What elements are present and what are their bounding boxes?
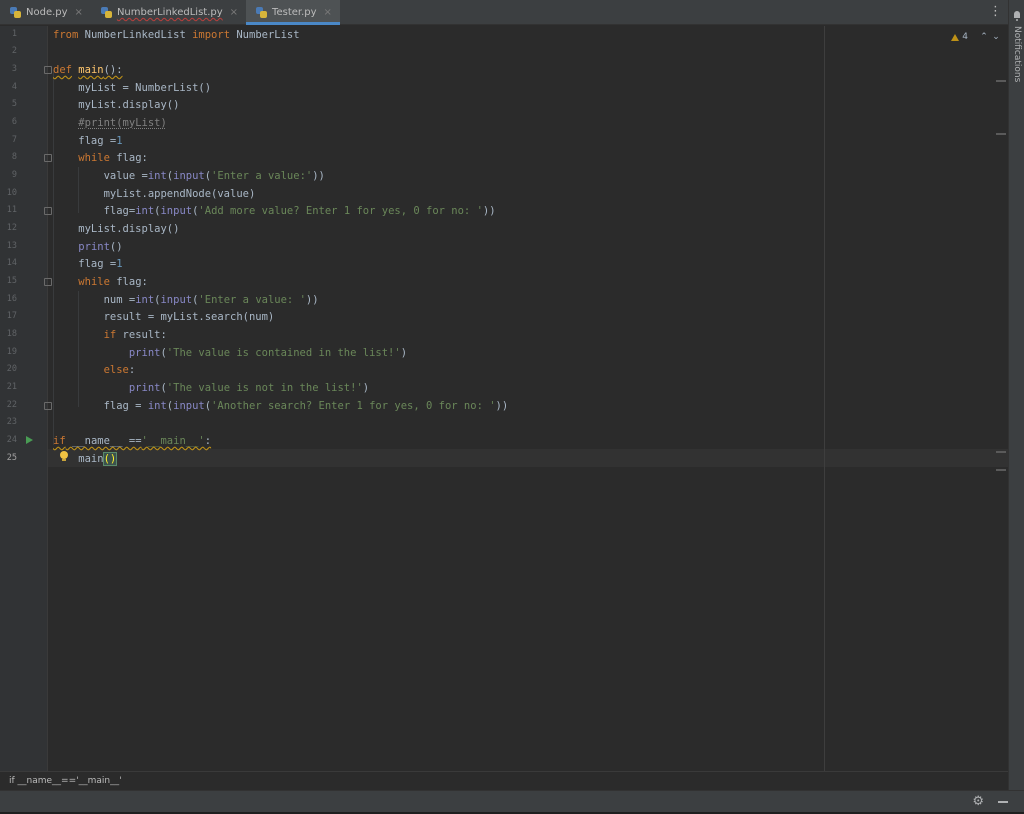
line-number: 9 bbox=[11, 170, 17, 180]
warning-triangle-icon bbox=[951, 33, 960, 41]
code-line: #print(myList) bbox=[78, 117, 167, 129]
line-number: 13 bbox=[6, 241, 17, 251]
run-gutter-icon[interactable] bbox=[26, 436, 33, 444]
line-number: 22 bbox=[6, 400, 17, 410]
more-vertical-icon[interactable]: ⋮ bbox=[989, 5, 1002, 18]
tab-node-py[interactable]: Node.py × bbox=[0, 0, 91, 25]
line-number: 23 bbox=[6, 417, 17, 427]
code-editor[interactable]: 1 2 3 4 5 6 7 8 9 10 11 12 13 14 15 16 17 18 19 20 21 22 23 24 2… bbox=[0, 26, 1008, 771]
tab-numberlinkedlist-py[interactable]: NumberLinkedList.py × bbox=[91, 0, 246, 25]
editor-gutter[interactable]: 1 2 3 4 5 6 7 8 9 10 11 12 13 14 15 16 17 18 19 20 21 22 23 24 2… bbox=[0, 26, 48, 771]
python-file-icon bbox=[9, 6, 22, 19]
editor-tab-bar: Node.py × NumberLinkedList.py × Tester.p… bbox=[0, 0, 1008, 25]
code-line: else: bbox=[103, 364, 136, 376]
scroll-marker[interactable] bbox=[996, 469, 1006, 471]
code-line: num =int(input('Enter a value: ')) bbox=[53, 294, 319, 306]
close-icon[interactable]: × bbox=[324, 7, 332, 18]
right-margin-guide bbox=[824, 26, 825, 771]
tab-label: Tester.py bbox=[272, 7, 317, 18]
code-line: flag =1 bbox=[53, 258, 123, 270]
code-line: print() bbox=[78, 241, 123, 253]
line-number: 6 bbox=[11, 117, 17, 127]
line-number: 25 bbox=[6, 453, 17, 463]
python-file-icon bbox=[100, 6, 113, 19]
warnings-count: 4 bbox=[962, 32, 968, 42]
code-line: myList.appendNode(value) bbox=[53, 188, 256, 200]
line-number: 14 bbox=[6, 258, 17, 268]
code-line: flag = int(input('Another search? Enter … bbox=[53, 400, 509, 412]
current-line-highlight bbox=[0, 449, 1008, 467]
scroll-marker[interactable] bbox=[996, 80, 1006, 82]
code-line: flag=int(input('Add more value? Enter 1 … bbox=[53, 205, 496, 217]
code-line: if result: bbox=[103, 329, 167, 341]
chevron-down-icon[interactable]: ⌄ bbox=[990, 32, 1002, 42]
scroll-marker[interactable] bbox=[996, 133, 1006, 135]
code-line: flag =1 bbox=[53, 135, 123, 147]
line-number: 21 bbox=[6, 382, 17, 392]
line-number: 18 bbox=[6, 329, 17, 339]
line-number: 7 bbox=[11, 135, 17, 145]
inspection-widget[interactable]: 4 ⌃ ⌄ bbox=[951, 30, 1002, 44]
minimize-icon[interactable] bbox=[998, 801, 1008, 803]
close-icon[interactable]: × bbox=[75, 7, 83, 18]
notifications-tool-strip: Notifications bbox=[1008, 0, 1024, 790]
code-line: print('The value is contained in the lis… bbox=[128, 347, 408, 359]
code-line: while flag: bbox=[78, 276, 148, 288]
gear-icon[interactable]: ⚙ bbox=[972, 795, 984, 808]
code-line: myList.display() bbox=[53, 99, 180, 111]
fold-icon[interactable] bbox=[44, 154, 52, 162]
code-line: result = myList.search(num) bbox=[53, 311, 275, 323]
python-file-icon bbox=[255, 6, 268, 19]
fold-icon[interactable] bbox=[44, 278, 52, 286]
tab-tester-py[interactable]: Tester.py × bbox=[246, 0, 340, 25]
code-line: value =int(input('Enter a value:')) bbox=[53, 170, 325, 182]
code-line: myList = NumberList() bbox=[53, 82, 212, 94]
fold-icon[interactable] bbox=[44, 207, 52, 215]
bottom-tool-bar: ⚙ bbox=[0, 790, 1024, 812]
line-number: 20 bbox=[6, 364, 17, 374]
line-number: 12 bbox=[6, 223, 17, 233]
notifications-tool-button[interactable]: Notifications bbox=[1012, 26, 1022, 82]
line-number: 1 bbox=[11, 29, 17, 39]
chevron-up-icon[interactable]: ⌃ bbox=[978, 32, 990, 42]
line-number: 5 bbox=[11, 99, 17, 109]
fold-icon[interactable] bbox=[44, 402, 52, 410]
code-line: myList.display() bbox=[53, 223, 180, 235]
line-number: 15 bbox=[6, 276, 17, 286]
line-number: 4 bbox=[11, 82, 17, 92]
code-line: def main(): bbox=[53, 64, 123, 76]
code-line: while flag: bbox=[78, 152, 148, 164]
line-number: 3 bbox=[11, 64, 17, 74]
line-number: 2 bbox=[11, 46, 17, 56]
code-line: from NumberLinkedList import NumberList bbox=[53, 29, 300, 41]
line-number: 8 bbox=[11, 152, 17, 162]
line-number: 16 bbox=[6, 294, 17, 304]
code-line: if __name__ =='__main__': bbox=[53, 435, 212, 447]
bell-icon[interactable] bbox=[1012, 11, 1022, 21]
scroll-marker[interactable] bbox=[996, 451, 1006, 453]
fold-icon[interactable] bbox=[44, 66, 52, 74]
line-number: 24 bbox=[6, 435, 17, 445]
close-icon[interactable]: × bbox=[230, 7, 238, 18]
tab-label: NumberLinkedList.py bbox=[116, 7, 223, 18]
line-number: 10 bbox=[6, 188, 17, 198]
line-number: 17 bbox=[6, 311, 17, 321]
line-number: 19 bbox=[6, 347, 17, 357]
tab-label: Node.py bbox=[26, 7, 68, 18]
lightbulb-icon[interactable] bbox=[60, 451, 68, 462]
breadcrumb[interactable]: if __name__=='__main__' bbox=[0, 771, 1008, 790]
line-number: 11 bbox=[6, 205, 17, 215]
code-line: print('The value is not in the list!') bbox=[128, 382, 370, 394]
